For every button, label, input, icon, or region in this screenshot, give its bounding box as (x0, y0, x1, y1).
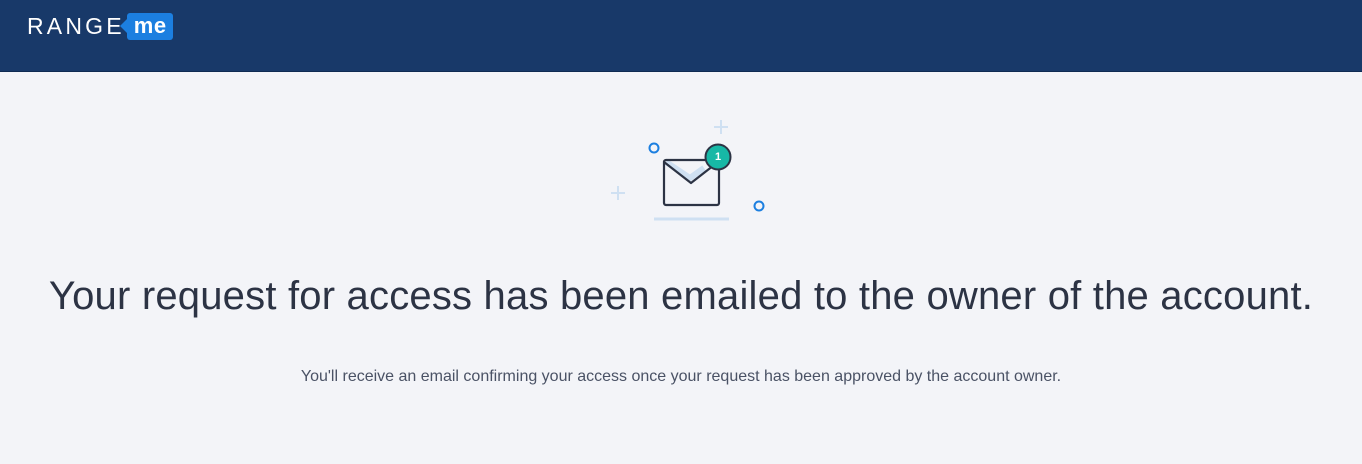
decor-plus-icon (611, 186, 625, 200)
decor-circle-icon (753, 200, 765, 212)
email-sent-illustration: 1 (600, 112, 780, 232)
top-header-bar: RANGE me (0, 0, 1362, 72)
confirmation-message: You'll receive an email confirming your … (300, 368, 1062, 385)
page-title: Your request for access has been emailed… (48, 274, 1314, 318)
logo-wordmark: RANGE (27, 13, 125, 39)
envelope-notification-icon (611, 120, 765, 221)
logo-badge: me (119, 12, 173, 40)
decor-circle-icon (648, 142, 660, 154)
notification-badge-count: 1 (714, 151, 722, 163)
rangeme-logo[interactable]: RANGE me (27, 12, 173, 40)
decor-plus-icon (714, 120, 728, 134)
